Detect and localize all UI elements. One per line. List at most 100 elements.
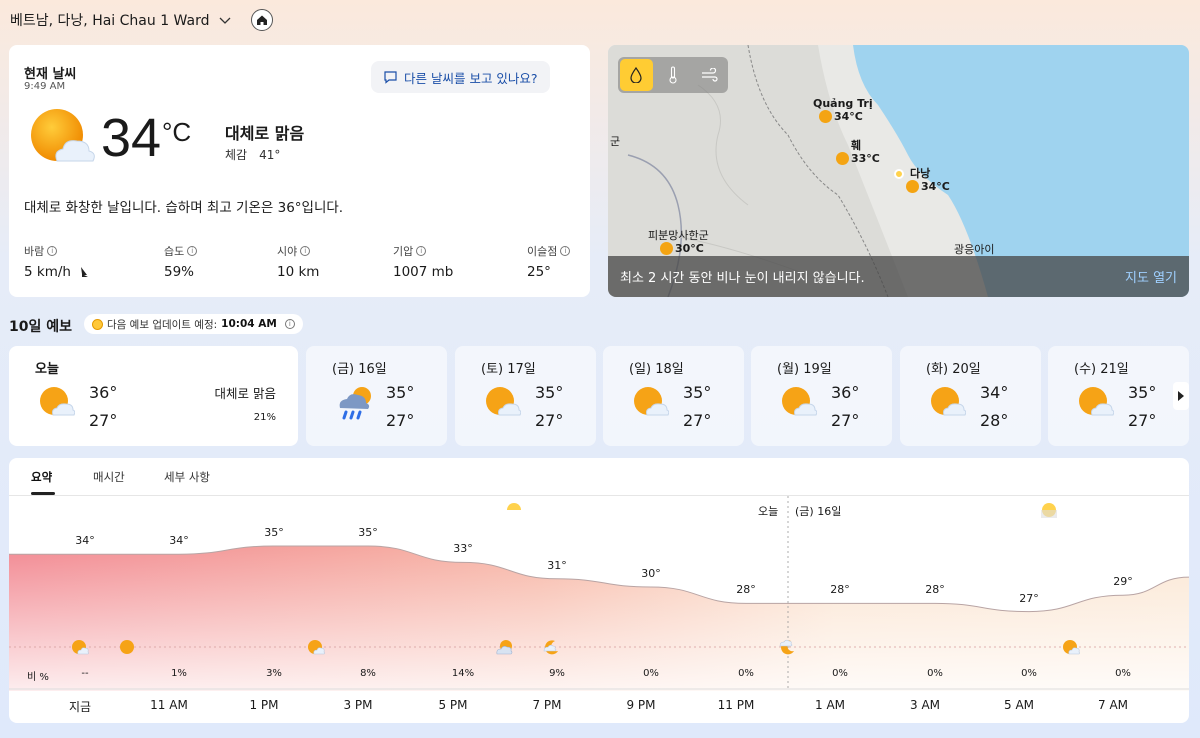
hourly-card: 요약 매시간 세부 사항 오늘 (금) 16일 34° 34° 35° 35° 33° 3… <box>9 458 1189 723</box>
map-city-quang-tri[interactable]: Quảng Trị 34°C <box>813 97 873 123</box>
cloud-sun-icon <box>496 639 514 659</box>
info-icon: i <box>300 246 311 256</box>
chevron-down-icon[interactable] <box>217 12 233 28</box>
home-icon[interactable] <box>251 9 274 31</box>
wind-layer-button[interactable] <box>693 59 726 91</box>
temperature-graph[interactable] <box>9 496 1189 691</box>
hourly-rain-label: 14% <box>451 668 475 679</box>
hourly-rain-label: 0% <box>1115 668 1131 679</box>
open-map-link[interactable]: 지도 열기 <box>1125 267 1177 286</box>
sun-cloud-icon <box>485 386 522 422</box>
forecast-day[interactable]: (일) 18일 35° 27° <box>603 346 744 446</box>
forecast-day[interactable]: (월) 19일 36° 27° <box>751 346 892 446</box>
sun-cloud-icon <box>660 242 673 255</box>
weather-map[interactable]: Quảng Trị 34°C 훼 33°C 다낭 34°C 피분망사한군 30°… <box>608 45 1189 297</box>
map-city-phu-loc[interactable]: 피분망사한군 30°C <box>648 229 709 255</box>
hourly-rain-label: 1% <box>171 668 187 679</box>
chevron-right-icon <box>1178 391 1184 401</box>
day-marker-next: (금) 16일 <box>795 505 842 518</box>
hourly-time-label: 지금 <box>68 700 92 714</box>
map-layer-tools <box>618 57 728 93</box>
hourly-temp-label: 34° <box>169 534 189 548</box>
info-icon: i <box>560 246 571 256</box>
hourly-time-label: 7 PM <box>532 698 562 712</box>
forecast-day[interactable]: (화) 20일 34° 28° <box>900 346 1041 446</box>
hourly-temp-label: 27° <box>1019 591 1039 605</box>
sun-cloud-icon <box>836 152 849 165</box>
stat-humidity[interactable]: 습도 i 59% <box>164 243 198 280</box>
tab-details[interactable]: 세부 사항 <box>164 469 210 485</box>
map-city-quang-ngai[interactable]: 광응아이 <box>954 243 994 256</box>
forecast-day[interactable]: (금) 16일 35° 27° <box>306 346 447 446</box>
map-city-hue[interactable]: 훼 33°C <box>836 139 880 165</box>
precipitation-layer-button[interactable] <box>620 59 653 91</box>
forecast-day[interactable]: (토) 17일 35° 27° <box>455 346 596 446</box>
map-city-partial: 군 <box>610 135 621 148</box>
current-location-dot <box>894 168 904 179</box>
sun-cloud-icon <box>27 107 97 173</box>
hourly-rain-label: 0% <box>1021 668 1037 679</box>
hourly-temp-label: 35° <box>358 526 378 539</box>
droplet-icon <box>630 67 642 83</box>
current-condition: 대체로 맑음 <box>225 124 305 143</box>
stat-visibility[interactable]: 시야 i 10 km <box>277 243 319 280</box>
stat-pressure[interactable]: 기압 i 1007 mb <box>393 243 453 280</box>
hourly-time-label: 5 PM <box>438 698 468 712</box>
clock-icon <box>92 318 103 330</box>
hourly-temp-label: 33° <box>453 542 473 556</box>
hourly-rain-label: -- <box>81 668 89 679</box>
forecast-update-badge: 다음 예보 업데이트 예정: 10:04 AM i <box>84 314 303 334</box>
hourly-time-label: 3 AM <box>909 698 941 712</box>
moon-cloud-icon <box>779 639 797 659</box>
forecast-day[interactable]: (수) 21일 35° 27° <box>1048 346 1189 446</box>
hourly-rain-label: 3% <box>266 668 282 679</box>
hourly-temp-label: 28° <box>925 583 945 597</box>
info-icon: i <box>47 246 58 256</box>
stat-dew-point[interactable]: 이슬점 i 25° <box>527 243 571 280</box>
current-weather-title: 현재 날씨 <box>24 67 77 82</box>
sun-cloud-icon <box>819 110 832 123</box>
sun-cloud-icon <box>930 386 967 422</box>
temperature-layer-button[interactable] <box>657 59 690 91</box>
forecast-day-today[interactable]: 오늘 36° 27° 대체로 맑음 21% <box>9 346 298 446</box>
hourly-rain-label: 9% <box>549 668 565 679</box>
precipitation-message: 최소 2 시간 동안 비나 눈이 내리지 않습니다. <box>620 271 865 286</box>
hourly-rain-label: 8% <box>360 668 376 679</box>
sun-cloud-icon <box>906 180 919 193</box>
thermometer-icon <box>669 66 677 84</box>
hourly-temp-label: 28° <box>830 583 850 597</box>
moon-cloud-icon <box>543 639 561 659</box>
sun-icon <box>506 503 522 518</box>
hourly-rain-label: 0% <box>927 668 943 679</box>
hourly-temp-label: 34° <box>75 534 95 548</box>
rain-cloud-icon <box>336 386 374 424</box>
sun-cloud-icon <box>1062 639 1080 659</box>
tab-summary[interactable]: 요약 <box>31 469 52 485</box>
current-temperature: 34 <box>101 108 162 168</box>
hourly-temp-label: 28° <box>736 583 756 597</box>
info-icon[interactable]: i <box>284 319 295 329</box>
other-weather-button[interactable]: 다른 날씨를 보고 있나요? <box>371 61 550 93</box>
chat-icon <box>384 71 397 84</box>
wind-direction-icon <box>80 267 88 277</box>
temperature-unit[interactable]: °C <box>162 117 191 148</box>
hourly-rain-label: 0% <box>832 668 848 679</box>
hourly-time-label: 11 PM <box>717 698 755 712</box>
sun-cloud-icon <box>307 639 325 659</box>
wind-icon <box>701 68 718 82</box>
hourly-time-label: 11 AM <box>150 698 188 712</box>
sun-cloud-icon <box>781 386 818 422</box>
next-days-button[interactable] <box>1173 382 1189 410</box>
tab-hourly[interactable]: 매시간 <box>93 469 125 485</box>
hourly-temp-label: 31° <box>547 558 567 572</box>
moon-icon <box>1041 503 1057 518</box>
current-weather-card: 현재 날씨 9:49 AM 다른 날씨를 보고 있나요? 34 °C 대체로 맑… <box>9 45 590 297</box>
stat-wind[interactable]: 바람 i 5 km/h <box>24 243 89 280</box>
hourly-rain-label: 0% <box>643 668 659 679</box>
map-city-danang[interactable]: 다낭 34°C <box>894 167 950 193</box>
map-footer: 최소 2 시간 동안 비나 눈이 내리지 않습니다. 지도 열기 <box>608 256 1189 297</box>
hourly-rain-label: 0% <box>738 668 754 679</box>
forecast-title: 10일 예보 <box>9 319 72 335</box>
location-name[interactable]: 베트남, 다낭, Hai Chau 1 Ward <box>10 10 209 30</box>
sun-cloud-icon <box>39 386 76 422</box>
